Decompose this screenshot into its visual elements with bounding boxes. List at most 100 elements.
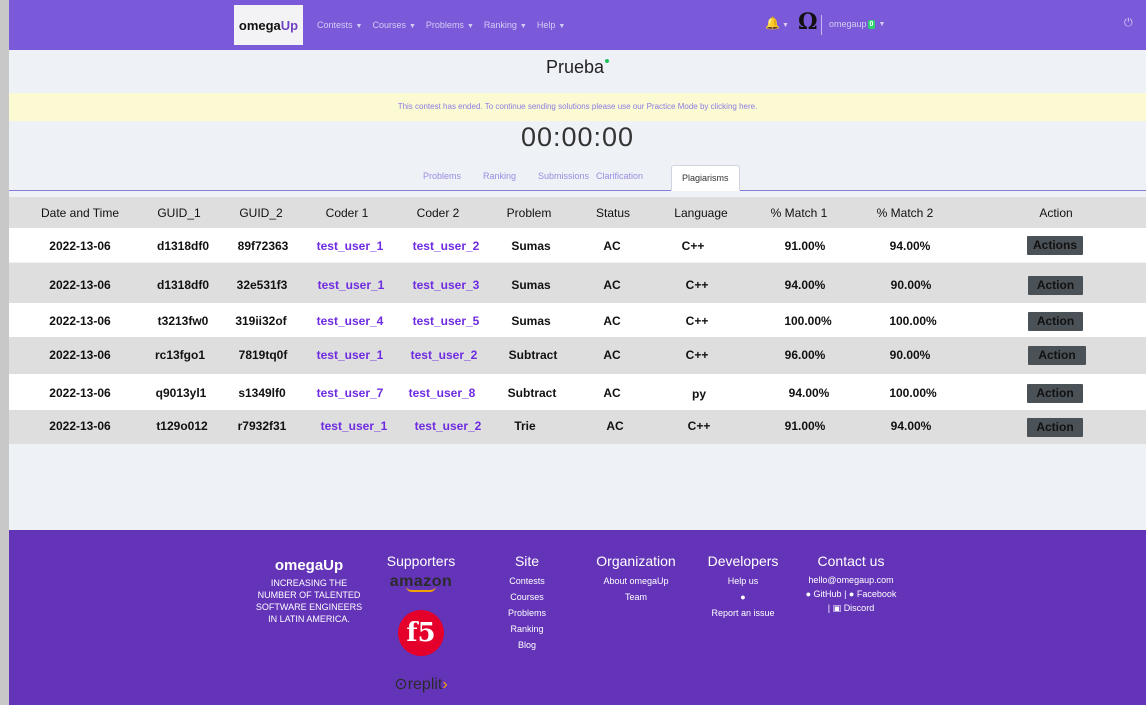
action-button[interactable]: Action	[1028, 312, 1083, 331]
nav-problems[interactable]: Problems ▼	[426, 20, 474, 30]
brand-logo[interactable]: omega Up	[234, 5, 303, 45]
footer-link-team[interactable]: Team	[592, 589, 680, 605]
tab-ranking[interactable]: Ranking	[483, 171, 516, 181]
cell-language: C++	[685, 278, 709, 292]
cell-coder1-link[interactable]: test_user_4	[317, 314, 384, 328]
action-button[interactable]: Action	[1027, 384, 1083, 403]
cell-language: py	[691, 387, 707, 401]
cell-coder1-link[interactable]: test_user_7	[317, 386, 384, 400]
header-coder2: Coder 2	[416, 206, 460, 220]
cell-coder1-link[interactable]: test_user_1	[321, 419, 388, 433]
cell-language: C++	[685, 348, 709, 362]
contact-email[interactable]: hello@omegaup.com	[796, 573, 906, 587]
cell-guid2: r7932f31	[237, 419, 287, 433]
footer-link-help-us[interactable]: Help us	[705, 573, 781, 589]
user-menu[interactable]: omegaup 0 ▼	[829, 19, 885, 29]
cell-date: 2022-13-06	[49, 419, 111, 433]
status-dot-icon	[605, 59, 610, 63]
cell-problem: Subtract	[507, 386, 557, 400]
cell-guid2: 32e531f3	[236, 278, 288, 292]
contact-facebook-link[interactable]: Facebook	[857, 589, 897, 599]
cell-status: AC	[603, 239, 621, 253]
cell-guid2: 319ii32of	[235, 314, 287, 328]
cell-match1: 94.00%	[784, 278, 826, 292]
cell-guid1: d1318df0	[156, 278, 210, 292]
footer-tagline-1: INCREASING THE	[270, 578, 348, 588]
cell-date: 2022-13-06	[49, 386, 111, 400]
contact-discord-line: | ▣ Discord	[796, 601, 906, 615]
brand-prefix: omega	[238, 17, 281, 33]
footer-brand-name: omegaUp	[274, 557, 344, 574]
notification-badge: 0	[867, 19, 876, 29]
nav-contests[interactable]: Contests ▼	[317, 20, 362, 30]
f5-logo[interactable]: f5	[398, 610, 444, 656]
table-row: 2022-13-06 t129o012 r7932f31 test_user_1…	[9, 410, 1146, 444]
nav-ranking[interactable]: Ranking ▼	[484, 20, 527, 30]
omega-avatar-icon[interactable]: Ω	[798, 9, 818, 35]
cell-coder2-link[interactable]: test_user_2	[415, 419, 482, 433]
cell-coder1-link[interactable]: test_user_1	[318, 278, 385, 292]
contact-discord-link[interactable]: Discord	[844, 603, 875, 613]
cell-coder2-link[interactable]: test_user_8	[409, 386, 476, 400]
cell-coder2-link[interactable]: test_user_2	[411, 348, 478, 362]
actions-button[interactable]: Actions	[1027, 236, 1083, 255]
cell-match2: 90.00%	[889, 348, 931, 362]
facebook-icon: ●	[848, 589, 855, 599]
replit-chevron-icon: ›	[442, 676, 448, 693]
replit-logo[interactable]: ⊙replit›	[384, 674, 458, 694]
tab-plagiarisms[interactable]: Plagiarisms	[671, 165, 740, 191]
cell-match2: 100.00%	[889, 386, 937, 400]
cell-match1: 94.00%	[788, 386, 830, 400]
tab-submissions[interactable]: Submissions	[538, 171, 589, 181]
cell-match1: 91.00%	[784, 239, 826, 253]
tab-problems[interactable]: Problems	[423, 171, 461, 181]
action-button[interactable]: Action	[1028, 346, 1086, 365]
header-guid2: GUID_2	[239, 206, 283, 220]
cell-problem: Subtract	[508, 348, 558, 362]
app-frame: omega Up Contests ▼ Courses ▼ Problems ▼ Ran…	[9, 0, 1146, 705]
site-title: Site	[514, 553, 540, 569]
cell-guid2: s1349lf0	[238, 386, 286, 400]
nav-problems-label: Problems	[425, 20, 464, 30]
footer-link-report-issue[interactable]: Report an issue	[705, 605, 781, 621]
contest-tabs: Problems Ranking Submissions Clarificati…	[9, 165, 1146, 191]
navbar: omega Up Contests ▼ Courses ▼ Problems ▼ Ran…	[9, 0, 1146, 50]
header-guid1: GUID_1	[157, 206, 201, 220]
footer-supporters: Supporters amazon f5 ⊙replit›	[384, 553, 458, 694]
action-button[interactable]: Action	[1027, 418, 1083, 437]
footer-contact: Contact us hello@omegaup.com ● GitHub | …	[796, 553, 906, 615]
cell-language: C++	[681, 239, 705, 253]
cell-coder2-link[interactable]: test_user_2	[413, 239, 480, 253]
cell-guid1: t3213fw0	[157, 314, 209, 328]
org-title: Organization	[596, 553, 676, 569]
footer-link-courses[interactable]: Courses	[499, 589, 555, 605]
footer-link-problems[interactable]: Problems	[499, 605, 555, 621]
footer-link-about[interactable]: About omegaUp	[592, 573, 680, 589]
cell-coder1-link[interactable]: test_user_1	[317, 348, 384, 362]
github-icon[interactable]: ●	[705, 589, 781, 605]
cell-match2: 94.00%	[889, 239, 931, 253]
footer-organization: Organization About omegaUp Team	[592, 553, 680, 605]
cell-guid2: 89f72363	[237, 239, 289, 253]
header-status: Status	[595, 206, 631, 220]
nav-help[interactable]: Help ▼	[537, 20, 565, 30]
contest-ended-alert[interactable]: This contest has ended. To continue send…	[9, 93, 1146, 121]
cell-match1: 91.00%	[784, 419, 826, 433]
cell-coder2-link[interactable]: test_user_3	[413, 278, 480, 292]
footer-link-ranking[interactable]: Ranking	[499, 621, 555, 637]
caret-down-icon: ▼	[519, 23, 527, 30]
cell-coder1-link[interactable]: test_user_1	[317, 239, 384, 253]
cell-coder2-link[interactable]: test_user_5	[413, 314, 480, 328]
amazon-logo[interactable]: amazon	[384, 573, 458, 591]
cell-problem: Sumas	[511, 239, 551, 253]
notifications-bell-icon[interactable]: 🔔 ▼	[765, 16, 789, 30]
footer-link-blog[interactable]: Blog	[499, 637, 555, 653]
nav-help-label: Help	[536, 20, 556, 30]
cell-guid1: q9013yl1	[155, 386, 207, 400]
footer-link-contests[interactable]: Contests	[499, 573, 555, 589]
logout-power-icon[interactable]: ⏻	[1124, 17, 1133, 30]
nav-courses[interactable]: Courses ▼	[372, 20, 415, 30]
contact-github-link[interactable]: GitHub	[814, 589, 842, 599]
action-button[interactable]: Action	[1028, 276, 1083, 295]
tab-clarification[interactable]: Clarification	[596, 171, 643, 181]
